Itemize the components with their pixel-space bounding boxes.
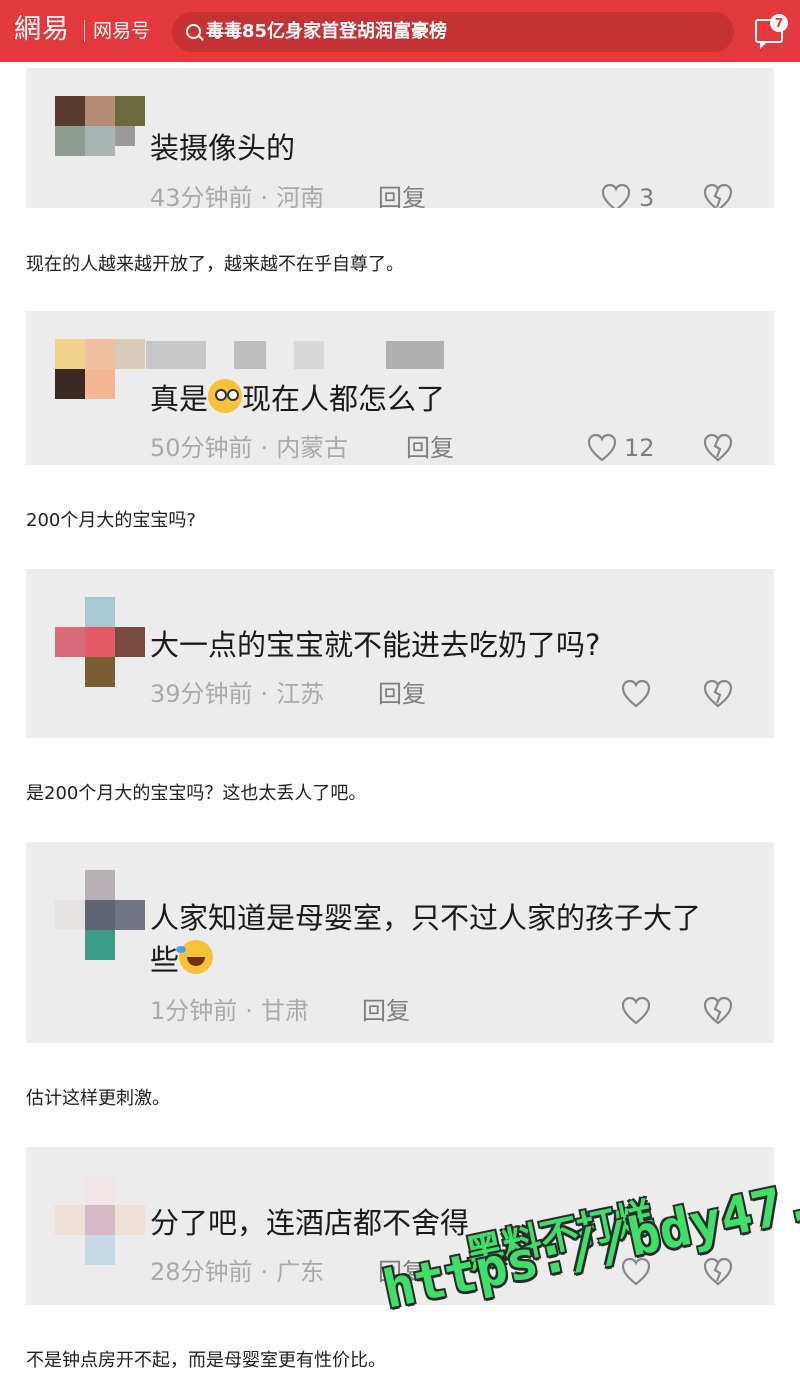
heart-icon[interactable] <box>620 995 652 1027</box>
avatar[interactable] <box>55 96 145 186</box>
comment-meta: 1分钟前 · 甘肃 <box>150 997 309 1025</box>
channel-link[interactable]: 网易号 <box>93 17 150 45</box>
heart-icon[interactable] <box>620 678 652 710</box>
avatar[interactable] <box>55 870 145 960</box>
username-blurred <box>386 341 444 369</box>
article-paragraph: 是200个月大的宝宝吗？这也太丢人了吧。 <box>26 783 367 804</box>
reply-button[interactable]: 回复 <box>406 433 454 463</box>
comment-text-part: 真是 <box>150 382 209 416</box>
comment-text: 大一点的宝宝就不能进去吃奶了吗? <box>150 628 601 662</box>
emoji-icon <box>208 379 243 413</box>
article-paragraph: 不是钟点房开不起，而是母婴室更有性价比。 <box>26 1350 386 1371</box>
comment-time: 1分钟前 <box>150 997 238 1025</box>
comment-text-part: 些 <box>150 943 180 977</box>
comment-text: 分了吧，连酒店都不舍得 <box>150 1206 470 1240</box>
comment-location: 江苏 <box>276 680 325 708</box>
broken-heart-icon[interactable] <box>702 432 734 464</box>
search-bar[interactable]: 毒毒85亿身家首登胡润富豪榜 <box>172 12 734 52</box>
comment-card: 人家知道是母婴室，只不过人家的孩子大了 些 1分钟前 · 甘肃 回复 <box>26 842 774 1043</box>
search-icon <box>186 24 201 39</box>
reply-button[interactable]: 回复 <box>378 679 426 709</box>
avatar[interactable] <box>55 1175 145 1265</box>
comment-location: 河南 <box>276 184 325 208</box>
heart-icon[interactable] <box>586 432 618 464</box>
comment-text: 装摄像头的 <box>150 131 296 165</box>
comment-text-part: 现在人都怎么了 <box>242 382 446 416</box>
message-badge: 7 <box>770 14 788 32</box>
comment-meta: 50分钟前 · 内蒙古 <box>150 434 349 462</box>
comment-time: 50分钟前 <box>150 434 253 462</box>
comment-meta: 39分钟前 · 江苏 <box>150 680 325 708</box>
reply-button[interactable]: 回复 <box>378 183 426 208</box>
comment-location: 广东 <box>276 1258 325 1286</box>
emoji-icon <box>176 940 214 974</box>
broken-heart-icon[interactable] <box>702 182 734 208</box>
netease-logo[interactable]: 網易 <box>14 10 70 50</box>
search-hot-keyword: 毒毒85亿身家首登胡润富豪榜 <box>206 21 448 42</box>
reply-button[interactable]: 回复 <box>362 996 410 1026</box>
comment-card: 大一点的宝宝就不能进去吃奶了吗? 39分钟前 · 江苏 回复 <box>26 569 774 738</box>
username-blurred <box>146 341 206 369</box>
comment-meta: 43分钟前 · 河南 <box>150 183 324 208</box>
header-divider <box>84 20 85 42</box>
broken-heart-icon[interactable] <box>702 678 734 710</box>
comment-meta: 28分钟前 · 广东 <box>150 1258 325 1286</box>
username-blurred <box>234 341 266 369</box>
like-count: 12 <box>624 434 655 462</box>
comment-location: 甘肃 <box>260 997 309 1025</box>
avatar[interactable] <box>55 597 145 687</box>
broken-heart-icon[interactable] <box>702 995 734 1027</box>
broken-heart-icon[interactable] <box>702 1256 734 1288</box>
comment-time: 43分钟前 <box>150 184 253 208</box>
comment-location: 内蒙古 <box>276 434 349 462</box>
article-paragraph: 估计这样更刺激。 <box>26 1088 170 1109</box>
comment-card: 真是 现在人都怎么了 50分钟前 · 内蒙古 回复 12 <box>26 311 774 465</box>
comment-card: 装摄像头的 43分钟前 · 河南 回复 3 <box>26 68 774 208</box>
heart-icon[interactable] <box>600 182 632 208</box>
comment-time: 28分钟前 <box>150 1258 253 1286</box>
article-paragraph: 200个月大的宝宝吗? <box>26 510 196 531</box>
comment-text-line2: 些 <box>150 940 214 980</box>
like-count: 3 <box>639 184 655 208</box>
avatar[interactable] <box>55 339 145 429</box>
comment-time: 39分钟前 <box>150 680 253 708</box>
comment-text: 人家知道是母婴室，只不过人家的孩子大了 <box>150 901 702 935</box>
top-header: 網易 网易号 毒毒85亿身家首登胡润富豪榜 7 <box>0 0 800 62</box>
comment-text: 真是 现在人都怎么了 <box>150 379 445 419</box>
username-blurred <box>294 341 324 369</box>
article-paragraph: 现在的人越来越开放了，越来越不在乎自尊了。 <box>26 254 404 275</box>
